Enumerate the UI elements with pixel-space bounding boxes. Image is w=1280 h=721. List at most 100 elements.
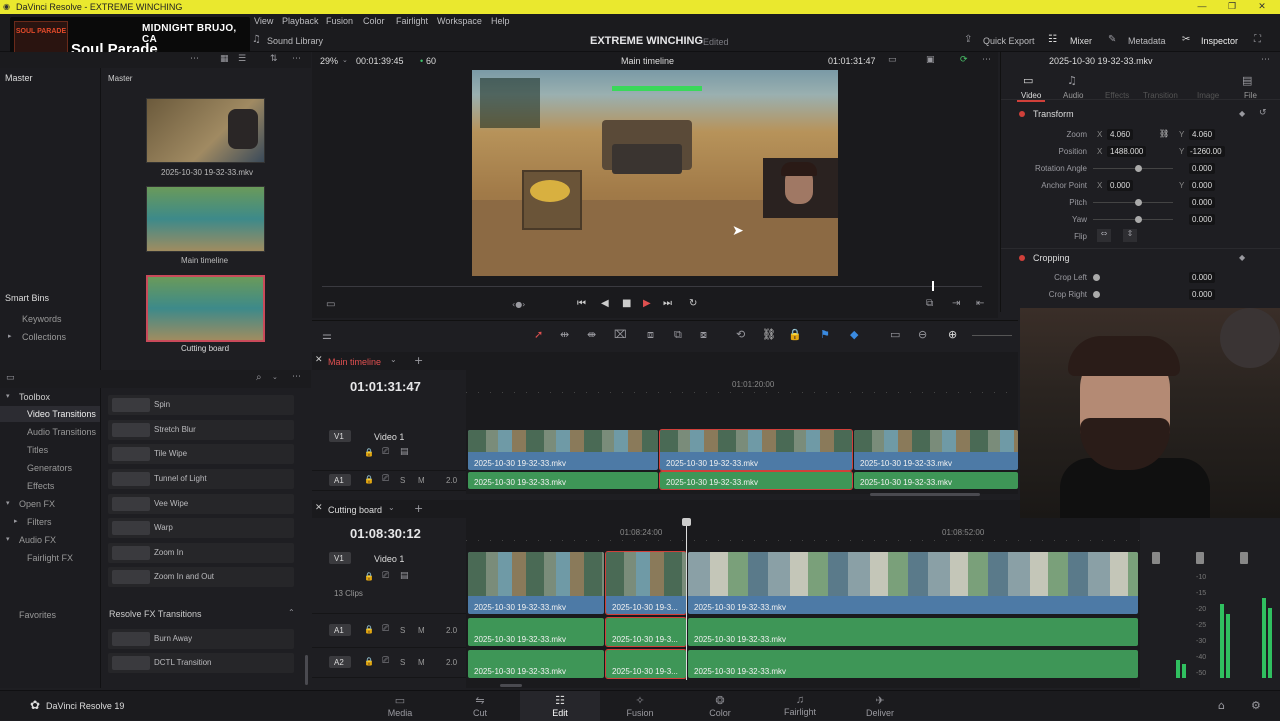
panel-toggle-icon[interactable]: ▭ <box>6 373 15 383</box>
position-lock-icon[interactable]: 🔒 <box>788 328 802 341</box>
menu-fairlight[interactable]: Fairlight <box>396 16 428 26</box>
yaw-field[interactable]: 0.000 <box>1189 214 1216 225</box>
cb-playhead[interactable] <box>686 518 687 680</box>
rotation-slider[interactable] <box>1135 165 1142 172</box>
cb-audio-a1-clip[interactable]: 2025-10-30 19-32-33.mkv <box>688 618 1138 646</box>
main-timeline-tab[interactable]: Main timeline <box>328 357 381 367</box>
a1-auto-select-icon[interactable]: ⎚ <box>382 474 389 484</box>
timeline-view-options-icon[interactable]: ⚌ <box>322 329 332 342</box>
category-open-fx[interactable]: Open FX <box>19 499 55 509</box>
metadata-button[interactable]: Metadata <box>1128 36 1166 46</box>
toolbox-heading[interactable]: Toolbox <box>19 392 50 402</box>
a1-solo-button[interactable]: S <box>400 476 405 485</box>
cb-a2-lock-icon[interactable]: 🔒 <box>364 657 374 666</box>
effects-search-icon[interactable]: ⌕ <box>256 372 262 383</box>
options-icon[interactable]: ⋯ <box>292 54 301 64</box>
mixer-button[interactable]: Mixer <box>1070 36 1092 46</box>
cb-video-clip[interactable]: 2025-10-30 19-32-33.mkv <box>688 552 1138 614</box>
collapse-icon[interactable]: ⌃ <box>288 608 295 617</box>
cb-v1-label[interactable]: V1 <box>334 554 344 563</box>
main-timeline-dropdown-icon[interactable]: ⌄ <box>390 355 397 364</box>
trim-tool-icon[interactable]: ⇹ <box>560 328 569 341</box>
tab-image[interactable]: Image <box>1197 91 1219 100</box>
sound-library-button[interactable]: Sound Library <box>267 36 323 46</box>
file-tab-icon[interactable]: ▤ <box>1242 74 1252 87</box>
cutting-board-thumbnail[interactable] <box>146 275 265 342</box>
position-x-field[interactable]: 1488.000 <box>1107 146 1147 157</box>
menu-workspace[interactable]: Workspace <box>437 16 482 26</box>
list-view-icon[interactable]: ☰ <box>238 54 246 64</box>
main-timeline-ruler[interactable]: 01:01:20:00 <box>466 370 1018 426</box>
crop-right-slider[interactable] <box>1093 291 1100 298</box>
page-edit[interactable]: ☷ Edit <box>520 691 600 721</box>
favorites-heading[interactable]: Favorites <box>19 610 56 620</box>
keywords-bin[interactable]: Keywords <box>22 314 62 324</box>
pitch-field[interactable]: 0.000 <box>1189 197 1216 208</box>
crop-keyframe-icon[interactable]: ◆ <box>1239 253 1245 262</box>
yaw-slider[interactable] <box>1135 216 1142 223</box>
transform-heading[interactable]: Transform <box>1033 109 1074 119</box>
keyframe-icon[interactable]: ◆ <box>1239 109 1245 118</box>
position-y-field[interactable]: -1260.00 <box>1187 146 1225 157</box>
insert-clip-icon[interactable]: ⧈ <box>647 328 654 342</box>
cb-audio-a1-clip-selected[interactable]: 2025-10-30 19-3... <box>605 617 687 647</box>
main-audio-clip[interactable]: 2025-10-30 19-32-33.mkv <box>854 472 1018 489</box>
replace-clip-icon[interactable]: ⧇ <box>700 328 707 342</box>
quick-export-button[interactable]: Quick Export <box>983 36 1035 46</box>
linked-selection-icon[interactable]: ⛓ <box>762 328 776 341</box>
expand-icon[interactable]: ▸ <box>8 332 12 340</box>
effect-item[interactable]: Tile Wipe <box>108 444 294 464</box>
clip-thumbnail[interactable] <box>146 98 265 163</box>
selection-tool-icon[interactable]: ➚ <box>534 328 543 341</box>
cb-audio-a2-clip[interactable]: 2025-10-30 19-32-33.mkv <box>688 650 1138 678</box>
snapping-icon[interactable]: ⟲ <box>736 328 745 341</box>
stop-button[interactable]: ■ <box>622 298 631 309</box>
audio-tab-icon[interactable]: ♫ <box>1067 74 1077 87</box>
more-icon[interactable]: ⋯ <box>190 54 199 64</box>
fullscreen-icon[interactable]: ⛶ <box>1254 34 1261 45</box>
search-chevron-icon[interactable]: ⌄ <box>272 373 278 381</box>
a1-mute-button[interactable]: M <box>418 476 425 485</box>
flag-icon[interactable]: ⚑ <box>820 328 830 341</box>
link-icon[interactable]: ⛓ <box>1159 129 1169 138</box>
viewer-timeline-name[interactable]: Main timeline <box>621 56 674 66</box>
page-color[interactable]: ❂ Color <box>680 691 760 721</box>
cb-audio-a2-clip[interactable]: 2025-10-30 19-32-33.mkv <box>468 650 604 678</box>
main-a1-label[interactable]: A1 <box>334 476 344 485</box>
scrub-bar[interactable] <box>322 286 982 287</box>
v1-auto-select-icon[interactable]: ⎚ <box>382 447 389 457</box>
zoom-x-field[interactable]: 4.060 <box>1107 129 1134 140</box>
menu-view[interactable]: View <box>254 16 273 26</box>
cb-v1-auto-select-icon[interactable]: ⎚ <box>382 571 389 581</box>
page-media[interactable]: ▭ Media <box>360 691 440 721</box>
minimize-button[interactable]: — <box>1192 1 1212 11</box>
cutting-board-ruler[interactable]: 01:08:24:00 01:08:52:00 <box>466 518 1140 548</box>
reset-icon[interactable]: ↺ <box>1259 108 1267 118</box>
cb-a2-auto-select-icon[interactable]: ⎚ <box>382 656 389 666</box>
effect-item[interactable]: Tunnel of Light <box>108 469 294 489</box>
marker-icon[interactable]: ◆ <box>850 328 858 341</box>
fader-master[interactable] <box>1240 552 1248 564</box>
crop-left-slider[interactable] <box>1093 274 1100 281</box>
master-bin[interactable]: Master <box>5 73 33 83</box>
category-fairlight-fx[interactable]: Fairlight FX <box>27 553 73 563</box>
cb-playhead-handle[interactable] <box>682 518 691 526</box>
video-tab-icon[interactable]: ▭ <box>1023 74 1033 87</box>
page-deliver[interactable]: ✈ Deliver <box>840 691 920 721</box>
category-video-transitions[interactable]: Video Transitions <box>27 409 96 419</box>
sort-icon[interactable]: ⇅ <box>270 54 278 64</box>
main-video-clip-selected[interactable]: 2025-10-30 19-32-33.mkv <box>659 429 853 471</box>
viewer-options-icon[interactable]: ▭ <box>888 55 897 65</box>
rotation-field[interactable]: 0.000 <box>1189 163 1216 174</box>
anchor-y-field[interactable]: 0.000 <box>1189 180 1216 191</box>
dynamic-trim-icon[interactable]: ⇼ <box>587 328 596 341</box>
tab-effects[interactable]: Effects <box>1105 91 1129 100</box>
v1-visibility-icon[interactable]: ▤ <box>400 447 409 457</box>
viewer-more-icon[interactable]: ⋯ <box>982 55 991 65</box>
home-icon[interactable]: ⌂ <box>1218 699 1225 712</box>
loop-button[interactable]: ↻ <box>689 298 697 309</box>
zoom-full-icon[interactable]: ▭ <box>890 328 900 341</box>
cb-a2-solo[interactable]: S <box>400 658 405 667</box>
cropping-enable[interactable] <box>1019 255 1025 261</box>
category-titles[interactable]: Titles <box>27 445 48 455</box>
